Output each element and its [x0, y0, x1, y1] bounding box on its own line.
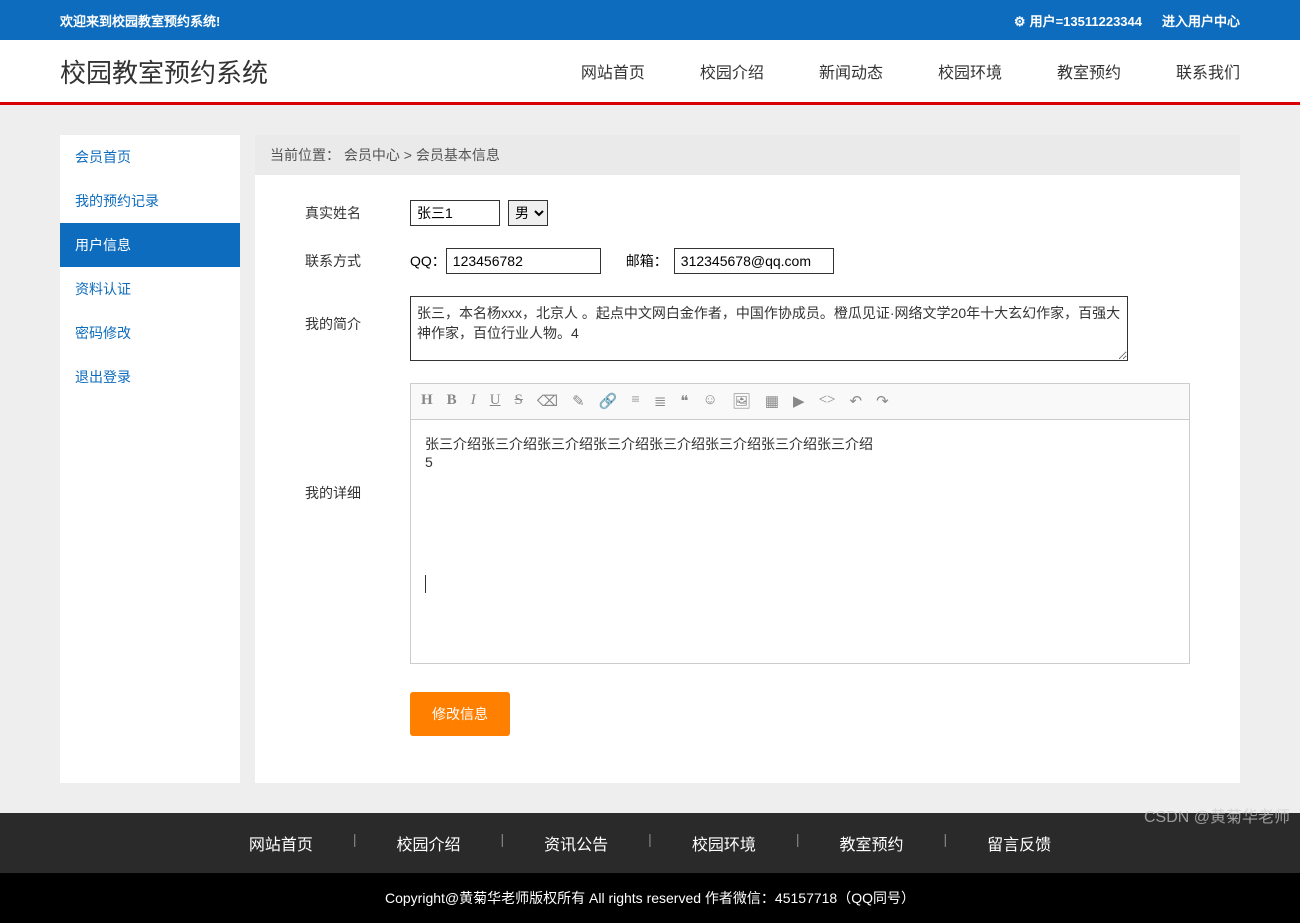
tool-underline-icon[interactable]: U: [490, 392, 501, 411]
tool-table-icon[interactable]: ▦: [765, 392, 779, 411]
tool-erase-icon[interactable]: ⌫: [537, 392, 558, 411]
footer-link-news[interactable]: 资讯公告: [544, 831, 608, 855]
tool-align-icon[interactable]: ≣: [654, 392, 667, 411]
gear-icon: [1014, 14, 1030, 29]
nav-contact[interactable]: 联系我们: [1176, 59, 1240, 83]
label-email: 邮箱：: [626, 251, 668, 271]
tool-list-icon[interactable]: ≡: [631, 392, 639, 411]
sidebar-item-home[interactable]: 会员首页: [60, 135, 240, 179]
breadcrumb: 当前位置： 会员中心 > 会员基本信息: [255, 135, 1240, 175]
tool-code-icon[interactable]: <>: [819, 392, 836, 411]
row-name: 真实姓名 男: [305, 200, 1190, 226]
tool-color-icon[interactable]: ✎: [572, 392, 585, 411]
nav-booking[interactable]: 教室预约: [1057, 59, 1121, 83]
row-contact: 联系方式 QQ： 邮箱：: [305, 248, 1190, 274]
tool-heading-icon[interactable]: H: [421, 392, 433, 411]
text-cursor: [425, 575, 426, 593]
watermark: CSDN @黄菊华老师: [1144, 803, 1290, 827]
footer-link-env[interactable]: 校园环境: [692, 831, 756, 855]
sidebar-item-verify[interactable]: 资料认证: [60, 267, 240, 311]
tool-emoji-icon[interactable]: ☺: [702, 392, 717, 411]
label-qq: QQ：: [410, 251, 446, 271]
label-detail: 我的详细: [305, 383, 410, 503]
tool-video-icon[interactable]: ▶: [793, 392, 805, 411]
row-submit: 修改信息: [305, 692, 1190, 736]
label-contact: 联系方式: [305, 251, 410, 271]
footer-link-campus[interactable]: 校园介绍: [397, 831, 461, 855]
select-gender[interactable]: 男: [508, 200, 548, 226]
form-area: 真实姓名 男 联系方式 QQ： 邮箱： 我的简介 我的详细: [255, 175, 1240, 783]
sidebar-item-records[interactable]: 我的预约记录: [60, 179, 240, 223]
row-detail: 我的详细 H B I U S ⌫ ✎ 🔗 ≡ ≣ ❝ ☺: [305, 383, 1190, 664]
sidebar-item-userinfo[interactable]: 用户信息: [60, 223, 240, 267]
input-qq[interactable]: [446, 248, 601, 274]
main-panel: 当前位置： 会员中心 > 会员基本信息 真实姓名 男 联系方式 QQ： 邮箱： …: [255, 135, 1240, 783]
tool-italic-icon[interactable]: I: [471, 392, 476, 411]
editor-wrap: [410, 419, 1190, 664]
tool-bold-icon[interactable]: B: [447, 392, 457, 411]
tool-redo-icon[interactable]: ↷: [876, 392, 889, 411]
submit-button[interactable]: 修改信息: [410, 692, 510, 736]
nav-environment[interactable]: 校园环境: [938, 59, 1002, 83]
editor-container: H B I U S ⌫ ✎ 🔗 ≡ ≣ ❝ ☺ 🖼 ▦ ▶: [410, 383, 1190, 664]
label-name: 真实姓名: [305, 203, 410, 223]
nav-campus[interactable]: 校园介绍: [700, 59, 764, 83]
input-email[interactable]: [674, 248, 834, 274]
footer-nav: 网站首页| 校园介绍| 资讯公告| 校园环境| 教室预约| 留言反馈: [0, 813, 1300, 873]
label-intro: 我的简介: [305, 296, 410, 334]
site-logo: 校园教室预约系统: [60, 53, 268, 90]
footer-link-feedback[interactable]: 留言反馈: [987, 831, 1051, 855]
input-name[interactable]: [410, 200, 500, 226]
content-area: 会员首页 我的预约记录 用户信息 资料认证 密码修改 退出登录 当前位置： 会员…: [0, 105, 1300, 813]
topbar-right: 用户=13511223344 进入用户中心: [1014, 11, 1240, 30]
user-center-link[interactable]: 进入用户中心: [1162, 11, 1240, 30]
nav-home[interactable]: 网站首页: [581, 59, 645, 83]
textarea-intro[interactable]: [410, 296, 1128, 361]
sidebar-item-logout[interactable]: 退出登录: [60, 355, 240, 399]
tool-undo-icon[interactable]: ↶: [850, 392, 863, 411]
footer-link-home[interactable]: 网站首页: [249, 831, 313, 855]
row-intro: 我的简介: [305, 296, 1190, 361]
sidebar-item-password[interactable]: 密码修改: [60, 311, 240, 355]
editor-toolbar: H B I U S ⌫ ✎ 🔗 ≡ ≣ ❝ ☺ 🖼 ▦ ▶: [410, 383, 1190, 419]
nav-news[interactable]: 新闻动态: [819, 59, 883, 83]
tool-link-icon[interactable]: 🔗: [599, 392, 618, 411]
topbar: 欢迎来到校园教室预约系统! 用户=13511223344 进入用户中心: [0, 0, 1300, 40]
user-label[interactable]: 用户=13511223344: [1014, 11, 1142, 30]
tool-quote-icon[interactable]: ❝: [680, 392, 688, 411]
sidebar: 会员首页 我的预约记录 用户信息 资料认证 密码修改 退出登录: [60, 135, 240, 783]
main-nav: 网站首页 校园介绍 新闻动态 校园环境 教室预约 联系我们: [581, 59, 1240, 83]
tool-strike-icon[interactable]: S: [515, 392, 523, 411]
editor-detail[interactable]: [411, 420, 1189, 660]
footer-link-booking[interactable]: 教室预约: [839, 831, 903, 855]
welcome-text: 欢迎来到校园教室预约系统!: [60, 11, 220, 30]
tool-image-icon[interactable]: 🖼: [732, 392, 751, 411]
header: 校园教室预约系统 网站首页 校园介绍 新闻动态 校园环境 教室预约 联系我们: [0, 40, 1300, 105]
copyright: Copyright@黄菊华老师版权所有 All rights reserved …: [0, 873, 1300, 923]
